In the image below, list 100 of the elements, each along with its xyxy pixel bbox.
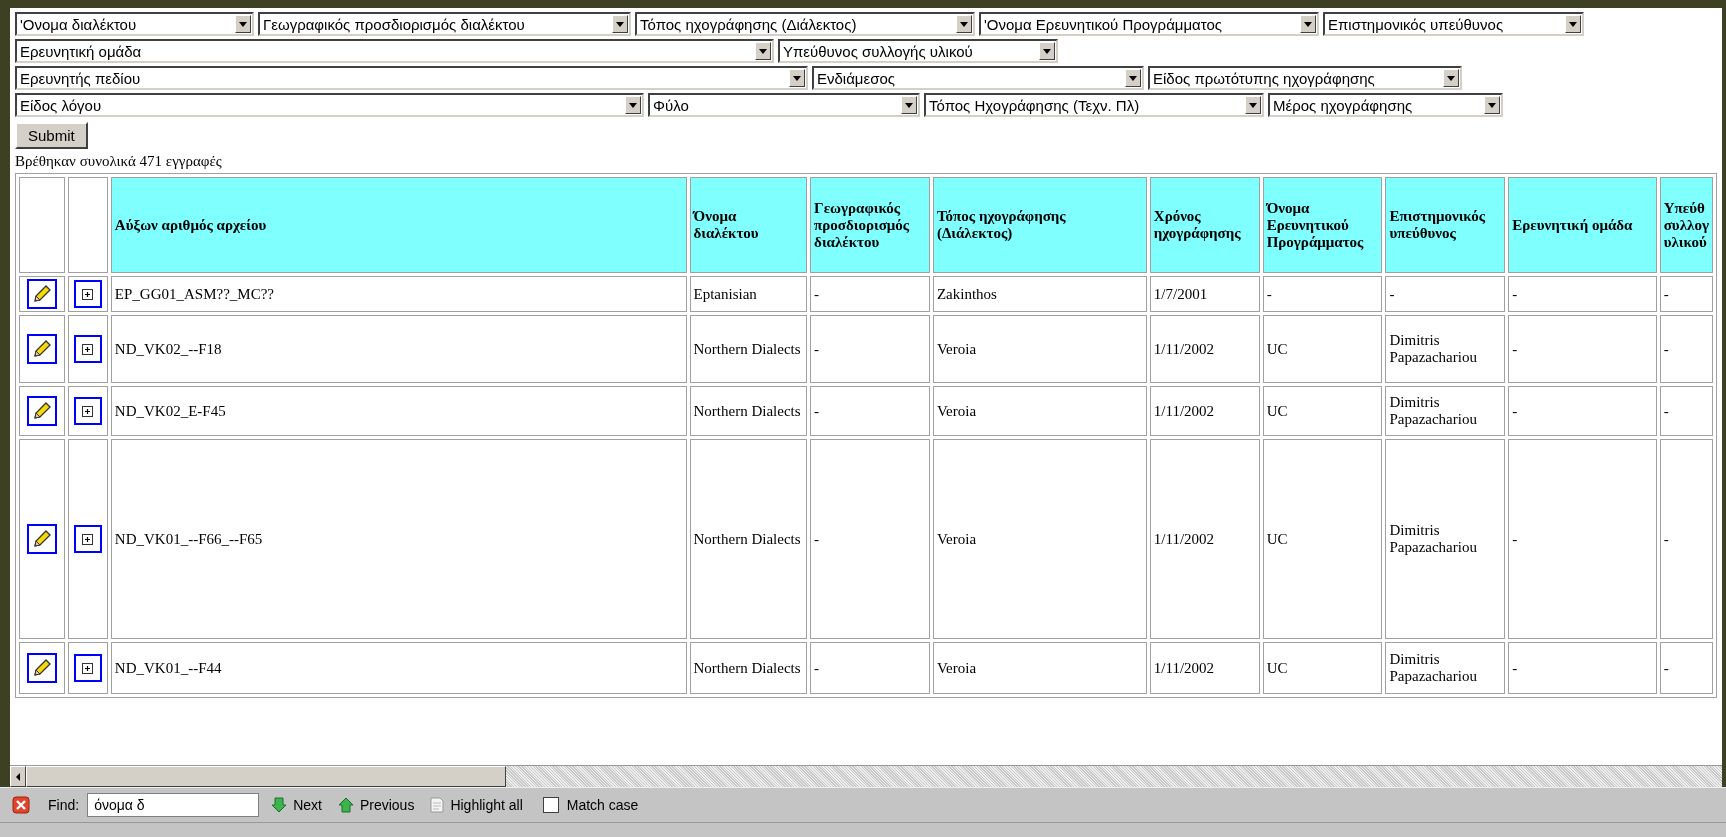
column-header: Υπεύθ συλλογ υλικού bbox=[1659, 177, 1713, 273]
table-cell: - bbox=[1659, 642, 1713, 694]
table-cell: 1/11/2002 bbox=[1149, 386, 1260, 436]
table-cell: Eptanisian bbox=[689, 276, 808, 312]
table-cell: ND_VK01_--F44 bbox=[110, 642, 687, 694]
filter-dropdown[interactable]: Φύλο bbox=[648, 93, 920, 117]
filter-dropdown[interactable]: Γεωγραφικός προσδιορισμός διαλέκτου bbox=[258, 12, 631, 36]
dropdown-arrow-icon bbox=[1304, 21, 1312, 27]
dropdown-arrow-icon bbox=[759, 48, 767, 54]
dropdown-arrow-icon bbox=[1043, 48, 1051, 54]
scroll-left-button[interactable] bbox=[10, 766, 26, 787]
table-cell: UC bbox=[1262, 315, 1383, 383]
filter-dropdown[interactable]: Επιστημονικός υπεύθυνος bbox=[1323, 12, 1584, 36]
expand-button[interactable] bbox=[73, 397, 102, 425]
table-cell: - bbox=[810, 315, 930, 383]
table-cell: EP_GG01_ASM??_MC?? bbox=[110, 276, 687, 312]
expand-button[interactable] bbox=[73, 525, 102, 553]
table-cell: Veroia bbox=[932, 439, 1147, 639]
pencil-icon bbox=[31, 284, 52, 304]
table-cell: Dimitris Papazachariou bbox=[1385, 439, 1506, 639]
plus-box-icon bbox=[82, 662, 94, 674]
table-cell: - bbox=[810, 642, 930, 694]
column-header: Γεωγραφικός προσδιορισμός διαλέκτου bbox=[810, 177, 930, 273]
table-cell: 1/11/2002 bbox=[1149, 315, 1260, 383]
table-cell: - bbox=[1508, 276, 1657, 312]
plus-box-icon bbox=[82, 405, 94, 417]
previous-button[interactable]: Previous bbox=[333, 795, 419, 815]
find-field[interactable]: όνομα δ bbox=[87, 793, 260, 817]
match-case-checkbox[interactable] bbox=[542, 797, 559, 813]
table-cell: - bbox=[1659, 276, 1713, 312]
table-cell: - bbox=[1508, 315, 1657, 383]
up-arrow-icon bbox=[337, 797, 354, 813]
horizontal-scrollbar[interactable] bbox=[10, 765, 1722, 787]
close-icon[interactable] bbox=[12, 796, 30, 814]
table-cell: UC bbox=[1262, 386, 1383, 436]
table-cell: 1/11/2002 bbox=[1149, 439, 1260, 639]
edit-button[interactable] bbox=[26, 279, 57, 309]
dropdown-arrow-icon bbox=[1488, 102, 1496, 108]
pencil-icon bbox=[31, 339, 52, 359]
match-case-label: Match case bbox=[566, 797, 639, 813]
table-cell: - bbox=[1659, 439, 1713, 639]
filter-dropdown[interactable]: Είδος πρωτότυπης ηχογράφησης bbox=[1148, 66, 1462, 90]
table-cell: ND_VK02_E-F45 bbox=[110, 386, 687, 436]
table-cell: Northern Dialects bbox=[689, 315, 808, 383]
table-cell: - bbox=[1508, 386, 1657, 436]
table-cell: UC bbox=[1262, 439, 1383, 639]
pencil-icon bbox=[31, 401, 52, 421]
table-cell: Northern Dialects bbox=[689, 642, 808, 694]
table-cell: Dimitris Papazachariou bbox=[1385, 386, 1506, 436]
filter-dropdown[interactable]: Τόπος ηχογράφησης (Διάλεκτος) bbox=[635, 12, 975, 36]
edit-button[interactable] bbox=[26, 524, 57, 554]
expand-button[interactable] bbox=[73, 280, 102, 308]
filter-dropdown[interactable]: Υπεύθυνος συλλογής υλικού bbox=[778, 39, 1058, 63]
filter-dropdown[interactable]: Ερευνητική ομάδα bbox=[15, 39, 774, 63]
edit-button[interactable] bbox=[26, 334, 57, 364]
column-header: Χρόνος ηχογράφησης bbox=[1149, 177, 1260, 273]
table-cell: Veroia bbox=[932, 386, 1147, 436]
plus-box-icon bbox=[82, 288, 94, 300]
dropdown-arrow-icon bbox=[793, 75, 801, 81]
table-cell: UC bbox=[1262, 642, 1383, 694]
dropdown-arrow-icon bbox=[1249, 102, 1257, 108]
table-cell: - bbox=[810, 439, 930, 639]
table-cell: Veroia bbox=[932, 315, 1147, 383]
column-header: Ερευνητική ομάδα bbox=[1508, 177, 1657, 273]
filter-dropdown[interactable]: Ενδιάμεσος bbox=[812, 66, 1144, 90]
dropdown-arrow-icon bbox=[1129, 75, 1137, 81]
table-cell: - bbox=[1385, 276, 1506, 312]
filter-dropdown[interactable]: Ερευνητής πεδίου bbox=[15, 66, 808, 90]
submit-button[interactable]: Submit bbox=[15, 122, 88, 149]
scrollbar-thumb[interactable] bbox=[26, 766, 506, 787]
dropdown-arrow-icon bbox=[616, 21, 624, 27]
table-cell: 1/7/2001 bbox=[1149, 276, 1260, 312]
table-cell: - bbox=[1508, 642, 1657, 694]
table-cell: Dimitris Papazachariou bbox=[1385, 642, 1506, 694]
column-header: Επιστημονικός υπεύθυνος bbox=[1385, 177, 1506, 273]
expand-button[interactable] bbox=[73, 654, 102, 682]
dropdown-arrow-icon bbox=[960, 21, 968, 27]
dropdown-arrow-icon bbox=[239, 21, 247, 27]
plus-box-icon bbox=[82, 343, 94, 355]
pencil-icon bbox=[31, 529, 52, 549]
table-cell: 1/11/2002 bbox=[1149, 642, 1260, 694]
filter-dropdown[interactable]: Τόπος Ηχογράφησης (Τεχν. Πλ) bbox=[924, 93, 1264, 117]
table-cell: Zakinthos bbox=[932, 276, 1147, 312]
table-cell: Dimitris Papazachariou bbox=[1385, 315, 1506, 383]
edit-button[interactable] bbox=[26, 653, 57, 683]
edit-button[interactable] bbox=[26, 396, 57, 426]
filter-dropdown[interactable]: Μέρος ηχογράφησης bbox=[1268, 93, 1503, 117]
filter-dropdown[interactable]: 'Ονομα Ερευνητικού Προγράμματος bbox=[979, 12, 1319, 36]
document-icon bbox=[430, 797, 445, 813]
expand-button[interactable] bbox=[73, 335, 102, 363]
pencil-icon bbox=[31, 658, 52, 678]
table-cell: Northern Dialects bbox=[689, 439, 808, 639]
filter-dropdown[interactable]: 'Ονομα διαλέκτου bbox=[15, 12, 254, 36]
table-cell: - bbox=[1659, 386, 1713, 436]
table-cell: ND_VK02_--F18 bbox=[110, 315, 687, 383]
next-button[interactable]: Next bbox=[267, 795, 326, 815]
highlight-button[interactable]: Highlight all bbox=[426, 795, 527, 815]
column-header: Αύξων αριθμός αρχείου bbox=[110, 177, 687, 273]
filter-dropdown[interactable]: Είδος λόγου bbox=[15, 93, 644, 117]
table-cell: - bbox=[1508, 439, 1657, 639]
